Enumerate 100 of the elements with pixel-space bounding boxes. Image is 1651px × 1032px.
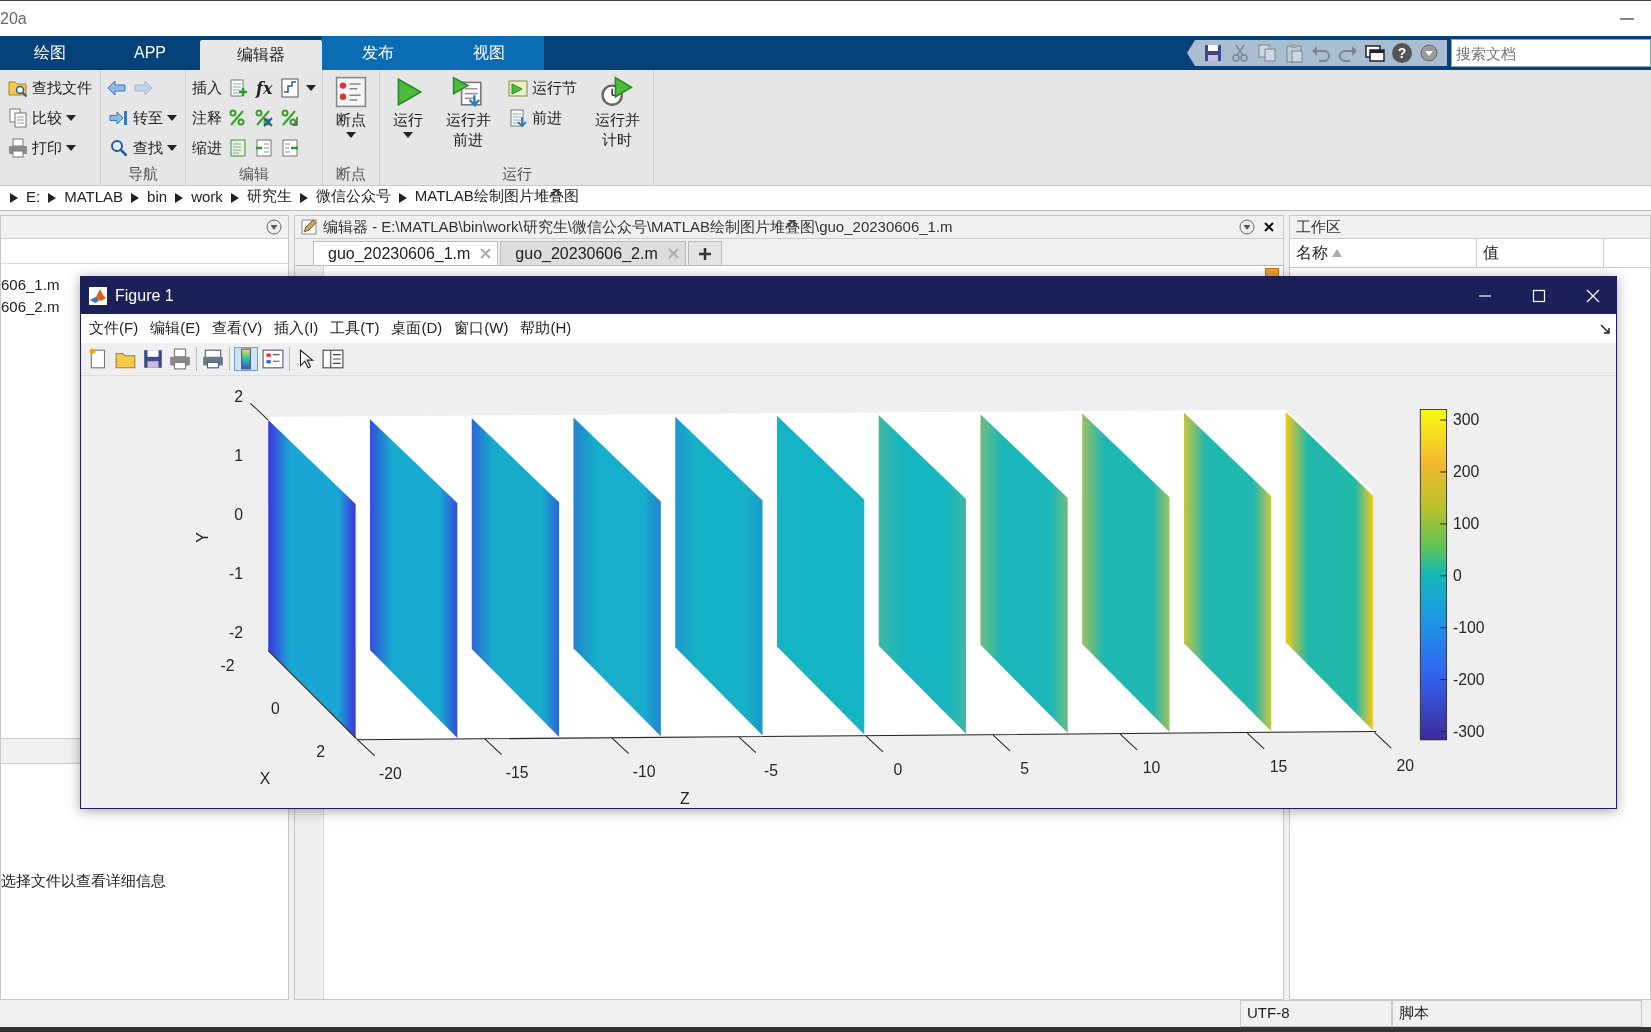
tick-label: 0 (1452, 567, 1462, 584)
ribbon-button[interactable]: 比较 (6, 105, 78, 131)
menu-item[interactable]: 插入(I) (270, 317, 323, 340)
tick-label: 0 (234, 506, 243, 524)
menu-item[interactable]: 帮助(H) (516, 317, 576, 340)
group-label: 导航 (127, 165, 159, 184)
group-label: 断点 (335, 165, 368, 184)
menu-item[interactable]: 桌面(D) (387, 317, 447, 340)
window-title: Figure 1 (115, 286, 175, 305)
tick-label: -100 (1452, 618, 1485, 636)
breakpoint-list-icon (335, 76, 368, 108)
ribbon-button[interactable]: 运行并前进 (438, 74, 499, 165)
menu-item[interactable]: 文件(F) (85, 317, 143, 340)
tick-label: -2 (229, 624, 243, 642)
percent-bracket-icon[interactable] (280, 108, 300, 128)
ribbon-button[interactable]: 查找 (107, 135, 179, 161)
tick-label: -15 (505, 763, 529, 781)
axis-label: Z (680, 789, 690, 807)
ribbon-button[interactable]: 查找文件 (6, 75, 94, 101)
help-button[interactable]: ? (1392, 43, 1412, 63)
outdent-icon[interactable] (280, 138, 300, 158)
document-plus-icon[interactable] (228, 78, 248, 98)
axis-label: X (259, 769, 271, 787)
tick-label: -10 (632, 762, 656, 780)
dropdown-icon[interactable] (1239, 219, 1255, 235)
column-header[interactable]: 值 (1477, 239, 1604, 267)
ribbon-tab[interactable]: 绘图 (0, 36, 100, 70)
document-chart-icon[interactable] (280, 78, 301, 98)
tick-label: 1 (234, 447, 243, 465)
tick-label: -5 (763, 761, 778, 779)
document-play-icon (508, 78, 529, 98)
tick-label: 10 (1142, 759, 1161, 776)
breadcrumb-arrow-icon (299, 193, 308, 203)
column-header[interactable]: 名称 (1290, 239, 1477, 267)
arrow-to-bar-icon (109, 108, 129, 128)
file-item[interactable]: 606_1.m (1, 274, 60, 294)
ribbon-button[interactable]: 前进 (506, 105, 565, 131)
row-label: 缩进 (192, 138, 222, 158)
ribbon-button[interactable]: 转至 (107, 105, 179, 131)
maximize-icon[interactable] (1532, 288, 1546, 303)
status-field: UTF-8 (1240, 1000, 1392, 1027)
ribbon-tab[interactable]: 视图 (433, 36, 544, 70)
ribbon-tab[interactable]: 编辑器 (200, 40, 322, 70)
tick-label: -20 (378, 764, 402, 782)
row-label: 插入 (192, 78, 222, 98)
row-label: 注释 (192, 108, 222, 128)
breadcrumb-item[interactable]: MATLAB (64, 186, 124, 206)
legend-icon[interactable] (261, 347, 285, 371)
ribbon-button[interactable]: 运行并计时 (587, 74, 648, 165)
printer-icon (8, 138, 28, 158)
document-arrow-icon (508, 108, 529, 128)
dropdown-icon[interactable] (266, 219, 282, 235)
property-panel-icon[interactable] (321, 347, 345, 371)
indent-icon[interactable] (254, 138, 274, 158)
tick-label: 2 (234, 388, 243, 406)
tick-label: 15 (1269, 758, 1288, 776)
breadcrumb-item[interactable]: E: (26, 186, 41, 206)
panel-title: 工作区 (1296, 217, 1342, 237)
window-title: 20a (0, 9, 27, 28)
arrow-left-icon[interactable] (107, 78, 127, 98)
ribbon-button[interactable]: 运行 (386, 74, 431, 165)
breadcrumb-item[interactable]: bin (147, 186, 168, 206)
documents-icon (8, 108, 28, 128)
tick-label: -1 (229, 565, 243, 583)
ribbon-tab[interactable]: APP (100, 36, 200, 70)
windows-icon[interactable] (1365, 43, 1385, 63)
breadcrumb-item[interactable]: work (191, 186, 223, 206)
editor-tab[interactable]: guo_20230606_2.m (500, 241, 686, 265)
menu-item[interactable]: 窗口(W) (450, 317, 513, 340)
ribbon-button[interactable]: 断点 (329, 74, 374, 165)
ribbon-button[interactable]: 运行节 (506, 75, 580, 101)
dock-arrow-icon[interactable] (1600, 323, 1610, 334)
printer-icon[interactable] (168, 347, 192, 371)
breadcrumb-item[interactable]: MATLAB绘制图片堆叠图 (414, 186, 579, 206)
menu-item[interactable]: 编辑(E) (146, 317, 205, 340)
linked-printer-icon[interactable] (201, 347, 225, 371)
editor-tab[interactable]: guo_20230606_1.m (313, 241, 499, 265)
menu-item[interactable]: 工具(T) (326, 317, 384, 340)
new-tab-button[interactable] (687, 241, 722, 265)
ribbon-button[interactable]: 打印 (6, 135, 78, 161)
percent-cross-icon[interactable] (254, 108, 274, 128)
folder-search-icon (8, 78, 28, 98)
tick-label: -200 (1452, 670, 1485, 688)
details-hint: 选择文件以查看详细信息 (1, 872, 167, 891)
breadcrumb-arrow-icon (48, 193, 57, 203)
menu-item[interactable]: 查看(V) (208, 317, 267, 340)
document-play-icon (452, 76, 485, 108)
function-button[interactable]: fx (254, 75, 275, 101)
breadcrumb-arrow-icon (131, 193, 140, 203)
axis-label: Y (194, 532, 212, 543)
search-field[interactable]: 搜索文档 (1451, 39, 1651, 67)
breadcrumb-arrow-icon (398, 193, 407, 203)
breadcrumb-arrow-icon (10, 193, 18, 203)
file-item[interactable]: 606_2.m (1, 296, 60, 316)
dropdown-icon[interactable] (1419, 43, 1439, 63)
breadcrumb-item[interactable]: 研究生 (246, 186, 292, 206)
tick-label: 100 (1452, 515, 1480, 533)
ribbon-tab[interactable]: 发布 (322, 36, 433, 70)
colorbar-icon[interactable] (234, 347, 258, 371)
breadcrumb-item[interactable]: 微信公众号 (315, 186, 391, 206)
